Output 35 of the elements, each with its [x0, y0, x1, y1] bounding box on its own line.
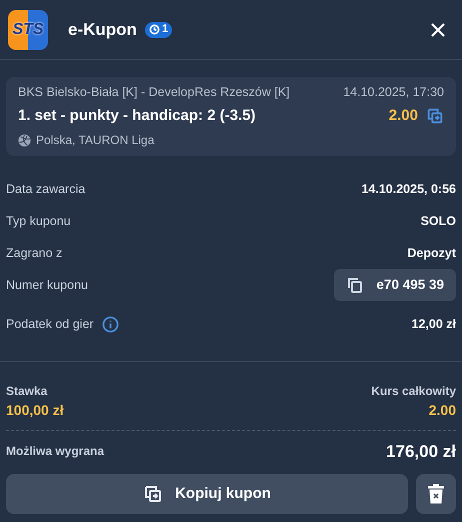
- copy-bet-icon[interactable]: [426, 107, 444, 125]
- win-label: Możliwa wygrana: [6, 443, 104, 460]
- close-button[interactable]: [430, 22, 446, 38]
- copy-bet-icon: [143, 484, 164, 504]
- detail-label: Data zawarcia: [6, 180, 86, 198]
- clock-icon: [148, 24, 160, 35]
- window-title: e-Kupon: [68, 18, 137, 41]
- total-odds-label: Kurs całkowity: [371, 383, 456, 400]
- copy-coupon-button[interactable]: Kopiuj kupon: [6, 474, 408, 514]
- bet-selection: 1. set - punkty - handicap: 2 (-3.5): [18, 106, 256, 126]
- detail-value: SOLO: [420, 212, 456, 230]
- volleyball-icon: [18, 134, 31, 147]
- total-odds-value: 2.00: [428, 401, 456, 420]
- detail-value: 14.10.2025, 0:56: [361, 180, 456, 198]
- copy-icon: [346, 276, 364, 294]
- bet-odds: 2.00: [388, 106, 418, 126]
- match-name: BKS Bielsko-Biała [K] - DevelopRes Rzeszów [K]: [18, 84, 290, 101]
- delete-button[interactable]: [416, 474, 456, 514]
- match-datetime: 14.10.2025, 17:30: [343, 84, 444, 101]
- detail-label: Podatek od gier: [6, 316, 94, 333]
- detail-label: Zagrano z: [6, 244, 62, 262]
- detail-value: Depozyt: [407, 244, 456, 262]
- detail-label: Numer kuponu: [6, 276, 88, 294]
- count-badge: 1: [144, 22, 172, 38]
- detail-label: Typ kuponu: [6, 212, 71, 230]
- win-value: 176,00 zł: [386, 440, 456, 462]
- league-name: Polska, TAURON Liga: [36, 132, 154, 150]
- stake-label: Stawka: [6, 383, 48, 400]
- stake-value: 100,00 zł: [6, 401, 64, 420]
- detail-value: 12,00 zł: [412, 316, 456, 333]
- info-icon[interactable]: [102, 316, 119, 333]
- close-icon: [430, 22, 446, 38]
- logo: STS: [8, 10, 48, 50]
- trash-icon: [428, 484, 444, 504]
- coupon-number-button[interactable]: e70 495 39: [334, 269, 456, 302]
